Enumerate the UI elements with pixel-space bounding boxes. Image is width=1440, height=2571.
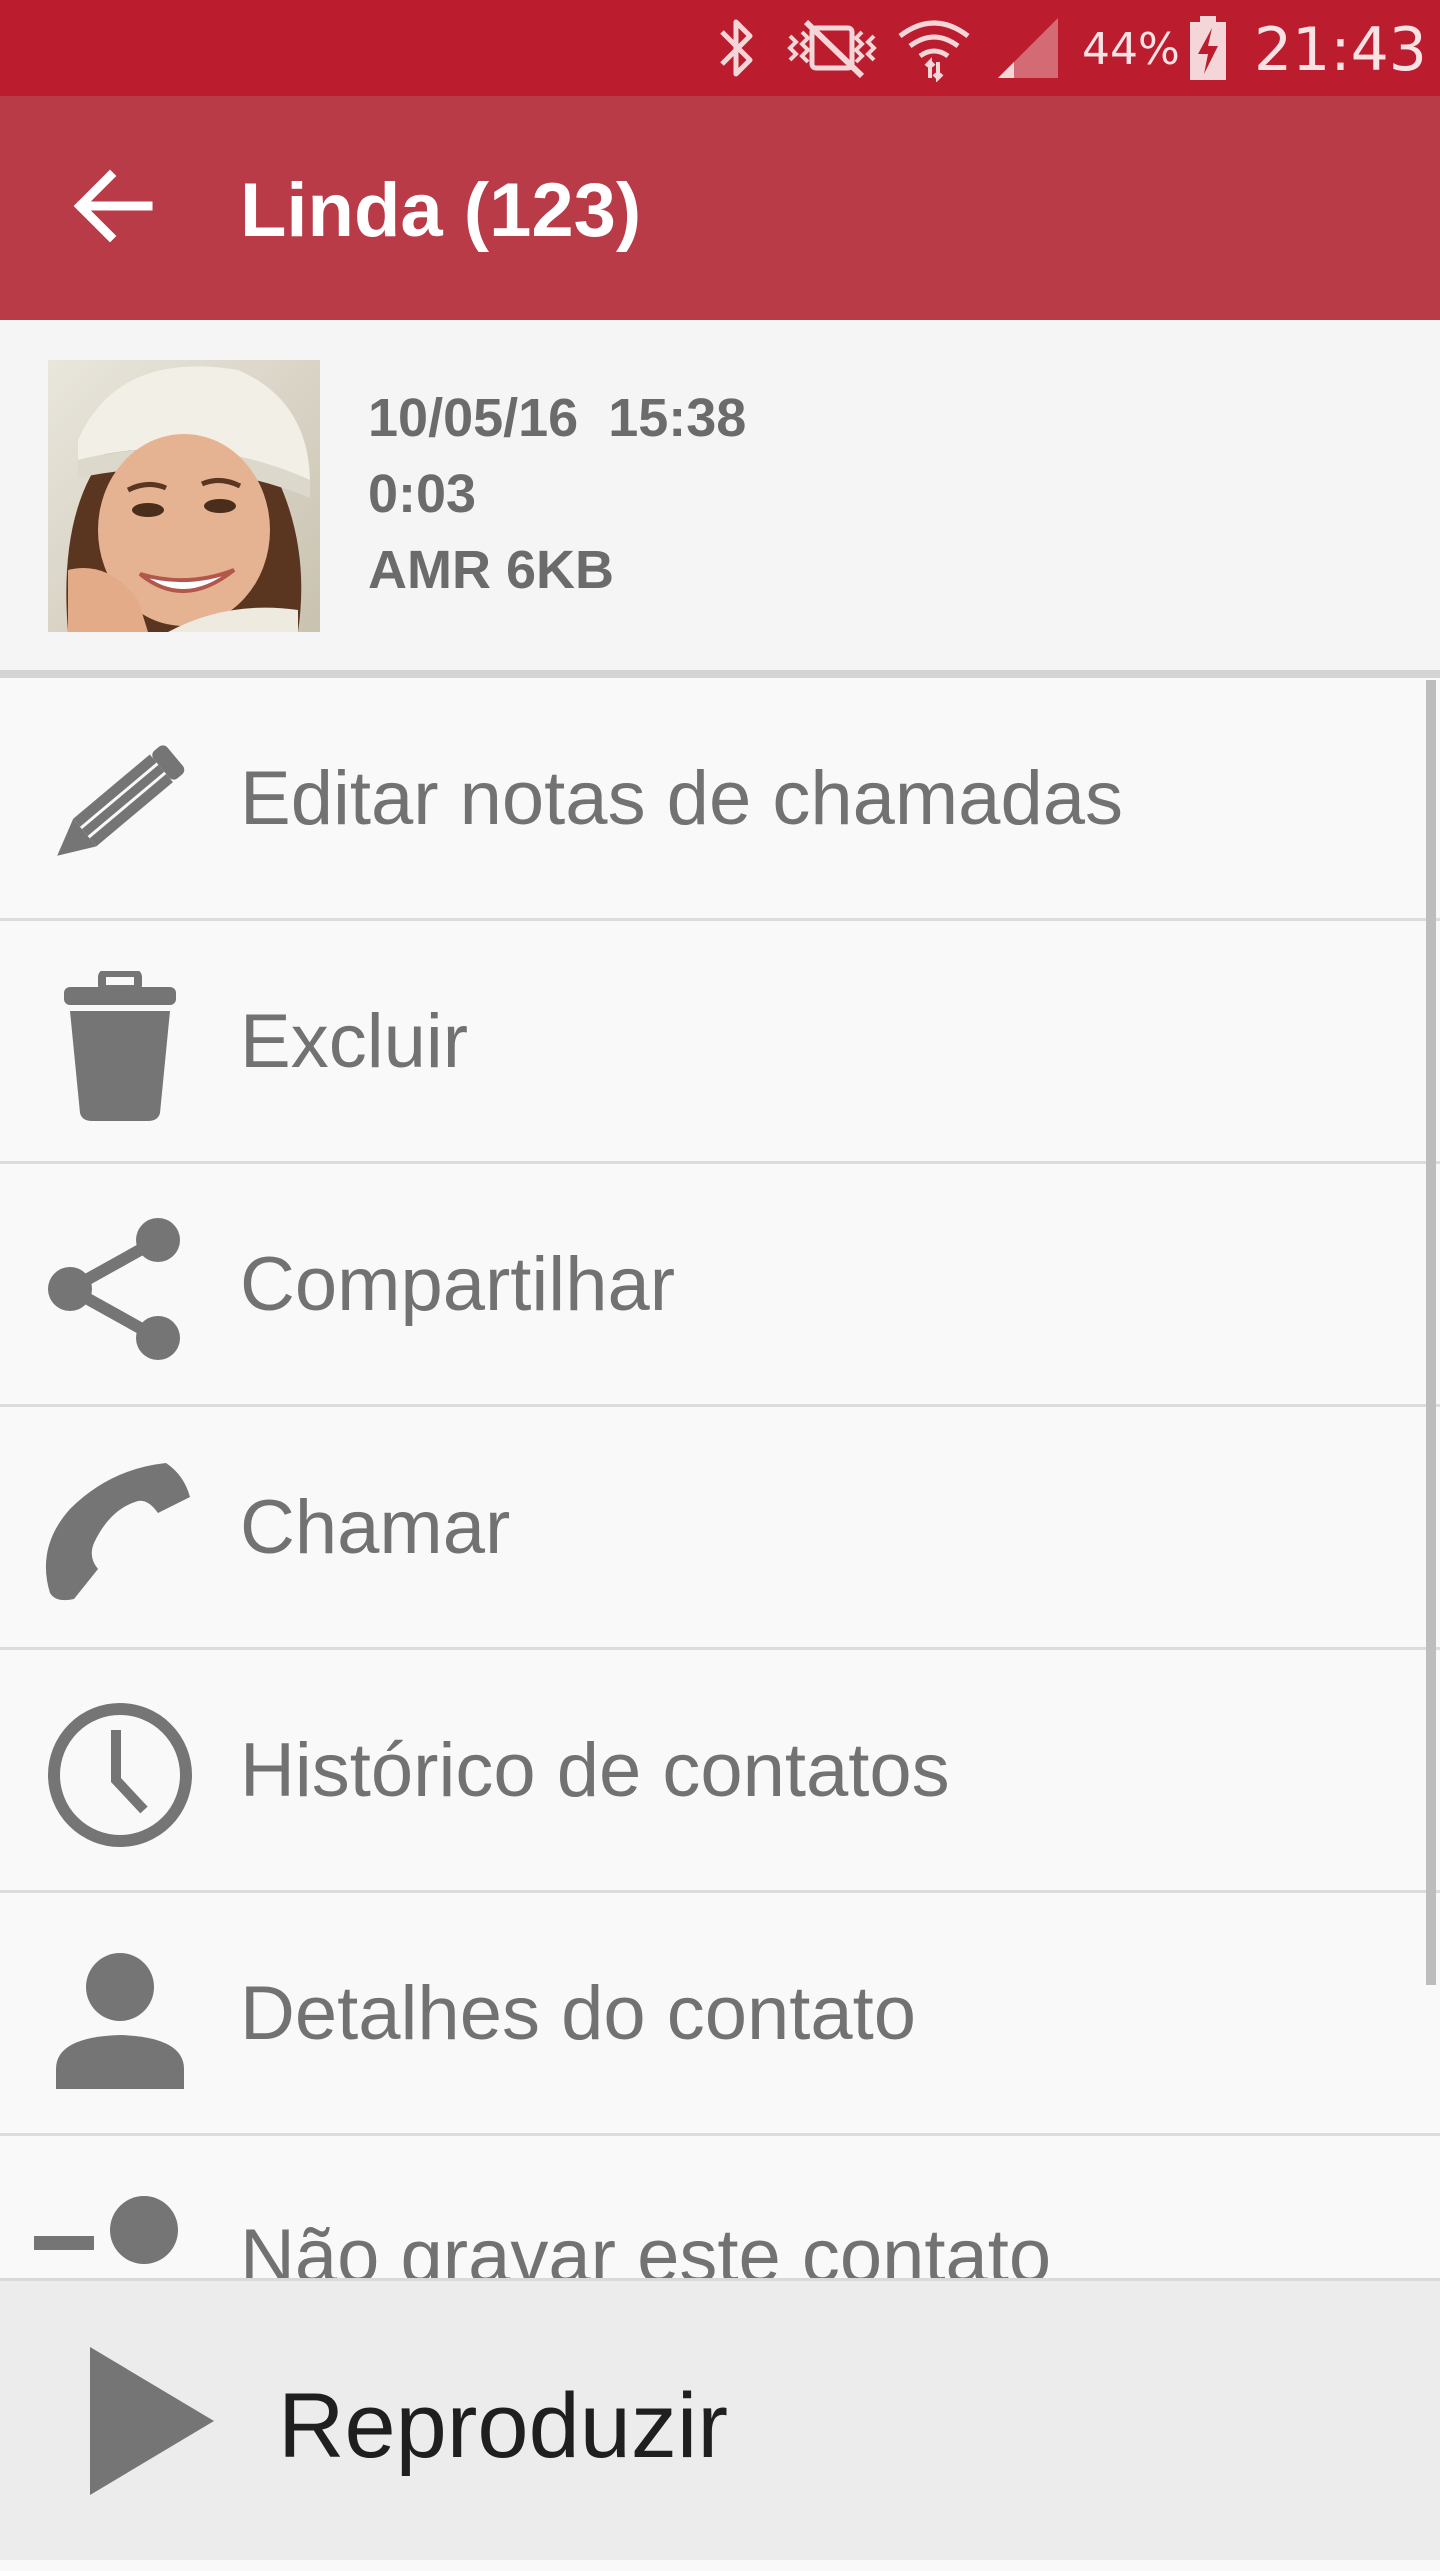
person-icon bbox=[56, 1953, 184, 2089]
phone-icon bbox=[45, 1463, 190, 1601]
divider bbox=[0, 670, 1440, 678]
action-contact-details[interactable]: Detalhes do contato bbox=[0, 1893, 1440, 2136]
action-share[interactable]: Compartilhar bbox=[0, 1164, 1440, 1407]
scrollbar[interactable] bbox=[1426, 680, 1436, 1985]
action-delete[interactable]: Excluir bbox=[0, 921, 1440, 1164]
clock: 21:43 bbox=[1254, 15, 1427, 85]
page-title: Linda (123) bbox=[240, 168, 642, 253]
play-icon[interactable] bbox=[80, 2341, 220, 2501]
vibrate-mute-icon bbox=[787, 19, 877, 79]
action-label: Chamar bbox=[240, 1485, 511, 1570]
share-icon bbox=[48, 1218, 180, 1360]
action-label: Compartilhar bbox=[240, 1242, 676, 1327]
trash-icon bbox=[64, 971, 176, 1121]
signal-icon bbox=[998, 18, 1058, 78]
recording-meta: 10/05/16 15:38 0:03 AMR 6KB bbox=[368, 380, 746, 608]
action-label: Não gravar este contato bbox=[240, 2214, 1052, 2278]
action-label: Detalhes do contato bbox=[240, 1971, 917, 2056]
action-label: Excluir bbox=[240, 999, 469, 1084]
recording-format-size: AMR 6KB bbox=[368, 540, 615, 600]
action-contact-history[interactable]: Histórico de contatos bbox=[0, 1650, 1440, 1893]
wifi-icon bbox=[898, 20, 970, 82]
status-bar: 44% 21:43 bbox=[0, 0, 1440, 96]
play-button-label[interactable]: Reproduzir bbox=[278, 2281, 728, 2563]
player-bar: Reproduzir bbox=[0, 2278, 1440, 2560]
action-call[interactable]: Chamar bbox=[0, 1407, 1440, 1650]
clock-icon bbox=[48, 1703, 192, 1847]
action-label: Histórico de contatos bbox=[240, 1728, 950, 1813]
arrow-back-icon[interactable] bbox=[64, 156, 164, 256]
avatar bbox=[48, 360, 320, 632]
recording-duration: 0:03 bbox=[368, 464, 477, 524]
battery-percent: 44% bbox=[1082, 24, 1180, 75]
person-remove-icon bbox=[34, 2196, 178, 2264]
action-do-not-record[interactable]: Não gravar este contato bbox=[0, 2136, 1440, 2278]
battery-charging-icon bbox=[1190, 16, 1226, 80]
action-label: Editar notas de chamadas bbox=[240, 756, 1123, 841]
recording-header: 10/05/16 15:38 0:03 AMR 6KB bbox=[0, 320, 1440, 670]
recording-date-time: 10/05/16 15:38 bbox=[368, 388, 747, 448]
pencil-icon bbox=[57, 745, 185, 856]
action-edit-notes[interactable]: Editar notas de chamadas bbox=[0, 678, 1440, 921]
app-bar: Linda (123) bbox=[0, 96, 1440, 320]
bluetooth-icon bbox=[720, 19, 753, 77]
action-list: Editar notas de chamadas Excluir Compart… bbox=[0, 678, 1440, 2278]
